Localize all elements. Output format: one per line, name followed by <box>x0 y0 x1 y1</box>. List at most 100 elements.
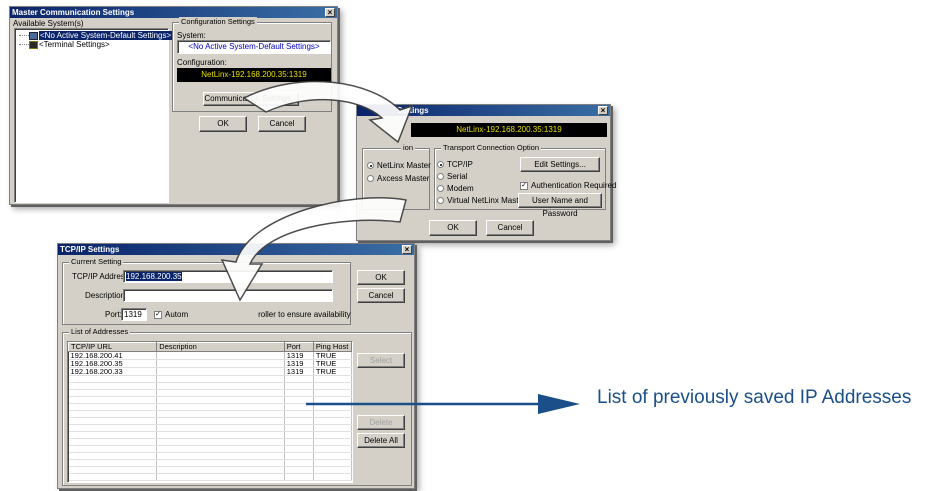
empty-cell <box>284 459 314 467</box>
radio-icon <box>437 185 444 193</box>
systems-tree[interactable]: <No Active System-Default Settings> <Ter… <box>14 28 173 203</box>
empty-cell <box>313 403 352 411</box>
empty-table-row <box>68 431 352 439</box>
configuration-field: NetLinx-192.168.200.35:1319 <box>177 68 331 82</box>
cancel-button[interactable]: Cancel <box>258 116 306 132</box>
empty-cell <box>313 466 352 474</box>
empty-cell <box>284 445 314 453</box>
empty-cell <box>156 410 285 418</box>
radio-serial[interactable]: Serial <box>437 172 467 181</box>
addresses-table[interactable]: TCP/IP URL Description Port Ping Host 19… <box>67 341 353 483</box>
tcp-window-titlebar[interactable]: TCP/IP Settings × <box>58 244 414 255</box>
tree-item-default[interactable]: <No Active System-Default Settings> <box>19 31 173 40</box>
empty-cell <box>284 417 314 425</box>
current-setting-label: Current Setting <box>69 257 124 266</box>
user-password-button[interactable]: User Name and Password <box>518 193 602 218</box>
radio-icon <box>437 173 444 181</box>
tcp-cancel-button[interactable]: Cancel <box>357 288 405 303</box>
cell-description <box>156 359 285 368</box>
empty-cell <box>156 466 285 474</box>
empty-table-row <box>68 466 352 474</box>
empty-cell <box>68 424 158 432</box>
empty-cell <box>313 410 352 418</box>
comm-ok-button[interactable]: OK <box>429 220 477 236</box>
close-icon[interactable]: × <box>325 8 335 17</box>
empty-cell <box>156 438 285 446</box>
empty-cell <box>156 424 285 432</box>
empty-cell <box>156 389 285 397</box>
tree-item-terminal[interactable]: <Terminal Settings> <box>19 40 110 49</box>
ping-label-right: roller to ensure availability <box>258 310 351 319</box>
configuration-settings-label: Configuration Settings <box>179 17 257 26</box>
radio-tcpip-label: TCP/IP <box>447 160 473 169</box>
empty-cell <box>313 459 352 467</box>
tcp-window-title: TCP/IP Settings <box>60 245 120 254</box>
empty-cell <box>313 452 352 460</box>
empty-cell <box>156 375 285 383</box>
configuration-label: Configuration: <box>177 58 227 67</box>
empty-cell <box>284 431 314 439</box>
delete-button[interactable]: Delete <box>357 415 405 430</box>
address-value: 192.168.200.35 <box>126 272 182 281</box>
master-window-titlebar[interactable]: Master Communication Settings × <box>10 7 337 18</box>
empty-cell <box>156 431 285 439</box>
available-systems-label: Available System(s) <box>13 19 84 28</box>
ping-checkbox[interactable]: ✓ Autom roller to ensure availability <box>154 310 351 319</box>
auth-required-label: Authentication Required <box>531 181 617 190</box>
radio-netlinx-master[interactable]: NetLinx Master <box>367 161 431 170</box>
master-communication-window: Master Communication Settings × Availabl… <box>9 6 338 205</box>
ping-label-left: Autom <box>165 310 189 319</box>
check-icon: ✓ <box>520 181 528 190</box>
close-icon[interactable]: × <box>598 106 608 115</box>
delete-all-button[interactable]: Delete All <box>357 433 405 448</box>
address-input[interactable]: 192.168.200.35 <box>123 270 333 283</box>
addresses-grid: TCP/IP URL Description Port Ping Host 19… <box>68 342 352 481</box>
empty-cell <box>68 410 158 418</box>
radio-axcess-master[interactable]: Axcess Master <box>367 174 429 183</box>
tcp-ok-button[interactable]: OK <box>357 270 405 285</box>
radio-selected-icon <box>367 162 374 170</box>
empty-cell <box>68 431 158 439</box>
edit-settings-button[interactable]: Edit Settings... <box>520 157 600 172</box>
communication-settings-button[interactable]: Communication Settings... <box>203 92 299 106</box>
close-icon[interactable]: × <box>402 245 412 254</box>
ok-button[interactable]: OK <box>199 116 247 132</box>
communication-settings-window: Settings × NetLinx-192.168.200.35:1319 i… <box>356 104 616 241</box>
empty-cell <box>68 375 158 383</box>
empty-table-row <box>68 403 352 411</box>
port-input[interactable]: 1319 <box>121 308 147 321</box>
empty-cell <box>313 389 352 397</box>
column-header-description[interactable]: Description <box>156 342 285 352</box>
empty-cell <box>156 403 285 411</box>
cell-url: 192.168.200.33 <box>68 367 158 376</box>
empty-cell <box>156 452 285 460</box>
empty-cell <box>68 438 158 446</box>
empty-table-row <box>68 382 352 390</box>
select-button[interactable]: Select <box>357 353 405 368</box>
auth-required-checkbox[interactable]: ✓ Authentication Required <box>520 181 616 190</box>
empty-table-row <box>68 438 352 446</box>
empty-cell <box>68 417 158 425</box>
empty-cell <box>156 396 285 404</box>
port-label: Port: <box>105 310 122 319</box>
radio-modem[interactable]: Modem <box>437 184 474 193</box>
radio-virtual-netlinx[interactable]: Virtual NetLinx Master <box>437 196 526 205</box>
empty-cell <box>156 473 285 481</box>
empty-cell <box>156 459 285 467</box>
transport-group-label: Transport Connection Option <box>441 143 542 152</box>
empty-cell <box>313 375 352 383</box>
empty-cell <box>313 417 352 425</box>
comm-cancel-button[interactable]: Cancel <box>486 220 534 236</box>
empty-cell <box>68 466 158 474</box>
radio-tcpip[interactable]: TCP/IP <box>437 160 473 169</box>
description-input[interactable] <box>123 289 333 302</box>
empty-cell <box>313 431 352 439</box>
table-row[interactable]: 192.168.200.33 1319 TRUE <box>68 367 352 376</box>
empty-table-row <box>68 452 352 460</box>
comm-window-titlebar[interactable]: Settings × <box>357 105 610 116</box>
empty-cell <box>284 452 314 460</box>
radio-netlinx-label: NetLinx Master <box>377 161 431 170</box>
terminal-icon <box>29 40 38 49</box>
empty-cell <box>284 403 314 411</box>
empty-table-row <box>68 459 352 467</box>
